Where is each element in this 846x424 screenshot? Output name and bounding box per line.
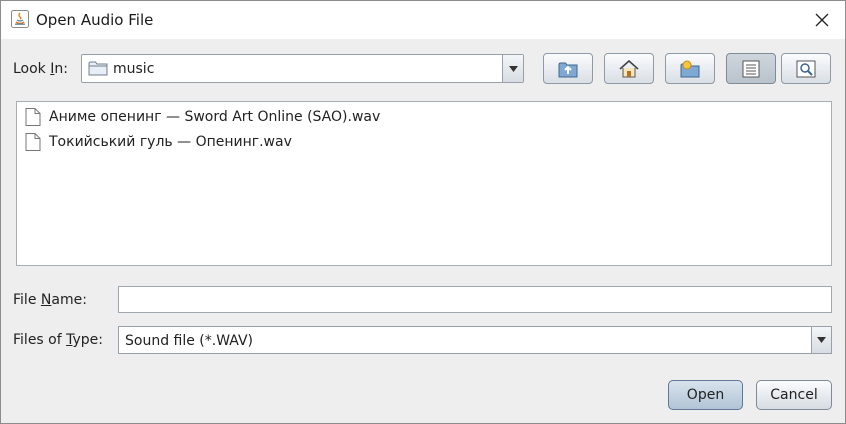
open-audio-file-dialog: Open Audio File Look In: music Аниме опе…	[0, 0, 846, 424]
title-bar[interactable]: Open Audio File	[1, 1, 845, 39]
file-list[interactable]: Аниме опенинг — Sword Art Online (SAO).w…	[16, 101, 832, 266]
window-title: Open Audio File	[36, 11, 154, 29]
files-of-type-combo[interactable]: Sound file (*.WAV)	[118, 326, 832, 354]
look-in-combo[interactable]: music	[81, 54, 524, 83]
chevron-down-icon	[817, 337, 826, 343]
look-in-label: Look In:	[13, 61, 68, 77]
details-view-icon	[796, 60, 816, 77]
file-icon	[25, 108, 41, 126]
close-button[interactable]	[799, 1, 845, 39]
list-view-button[interactable]	[726, 53, 776, 84]
up-one-level-button[interactable]	[543, 53, 593, 84]
file-name: Аниме опенинг — Sword Art Online (SAO).w…	[49, 109, 381, 125]
files-of-type-label: Files of Type:	[13, 332, 104, 348]
folder-icon	[88, 60, 108, 81]
close-icon	[815, 13, 829, 27]
file-name: Токийський гуль — Опенинг.wav	[49, 134, 292, 150]
files-of-type-dropdown-button[interactable]	[811, 327, 831, 353]
cancel-button[interactable]: Cancel	[756, 380, 832, 410]
file-icon	[25, 133, 41, 151]
home-button[interactable]	[604, 53, 654, 84]
new-folder-button[interactable]	[665, 53, 715, 84]
look-in-value: music	[113, 61, 155, 77]
chevron-down-icon	[508, 65, 518, 72]
open-button[interactable]: Open	[668, 380, 743, 410]
file-list-item[interactable]: Токийський гуль — Опенинг.wav	[25, 132, 292, 152]
files-of-type-value: Sound file (*.WAV)	[125, 333, 254, 349]
file-name-input[interactable]	[118, 286, 832, 313]
look-in-dropdown-button[interactable]	[502, 55, 523, 82]
java-app-icon	[11, 10, 29, 28]
file-name-label: File Name:	[13, 292, 87, 308]
list-view-icon	[742, 60, 760, 77]
details-view-button[interactable]	[781, 53, 831, 84]
file-list-item[interactable]: Аниме опенинг — Sword Art Online (SAO).w…	[25, 107, 380, 127]
new-folder-icon	[680, 60, 700, 77]
home-icon	[619, 59, 639, 77]
up-folder-icon	[558, 62, 578, 77]
